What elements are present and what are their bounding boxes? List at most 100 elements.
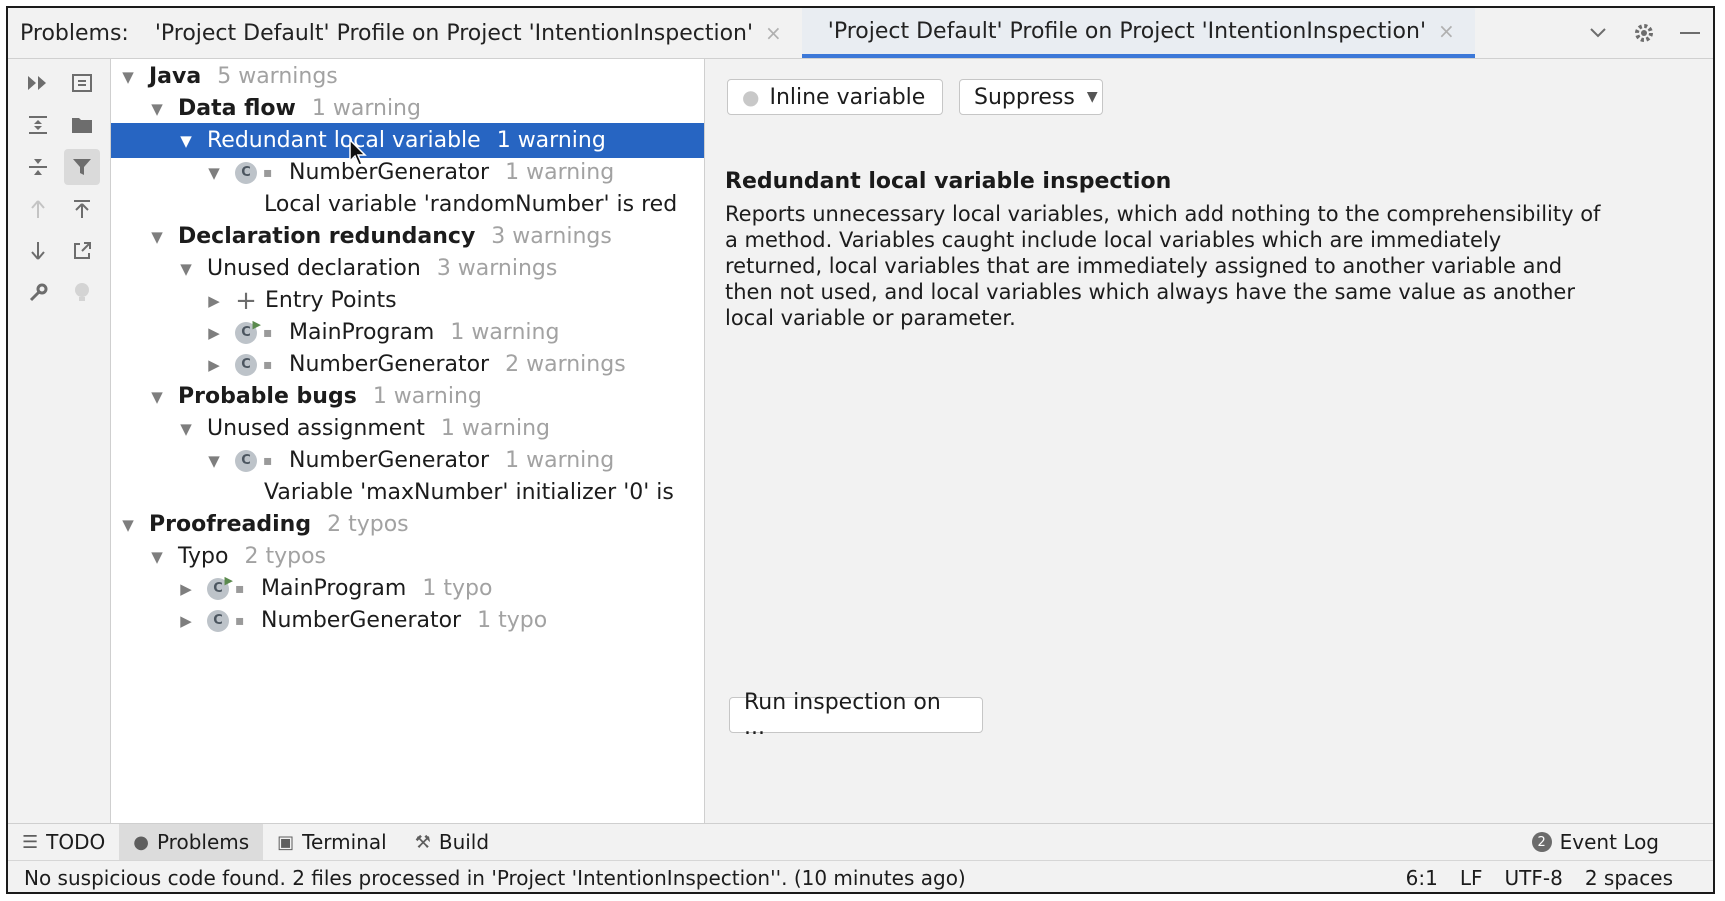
tree-node-probable-bugs[interactable]: ▼ Probable bugs 1 warning <box>111 379 704 414</box>
expanded-arrow-icon[interactable]: ▼ <box>146 228 168 246</box>
folder-icon[interactable] <box>64 107 100 143</box>
chevron-down-icon: ▼ <box>1086 89 1098 105</box>
close-icon[interactable]: × <box>1438 19 1455 43</box>
event-count-badge: 2 <box>1531 832 1552 852</box>
terminal-tool-button[interactable]: ▣ Terminal <box>263 824 401 860</box>
collapsed-arrow-icon[interactable]: ▶ <box>175 612 197 630</box>
node-count: 1 warning <box>450 320 560 345</box>
collapsed-arrow-icon[interactable]: ▶ <box>175 580 197 598</box>
problem-description: Variable 'maxNumber' initializer '0' is <box>264 480 674 505</box>
chevron-down-icon[interactable] <box>1575 8 1621 58</box>
expanded-arrow-icon[interactable]: ▼ <box>175 132 197 150</box>
suppress-dropdown[interactable]: Suppress ▼ <box>959 79 1103 115</box>
class-icon: C <box>235 449 257 472</box>
tab-profile-1[interactable]: 'Project Default' Profile on Project 'In… <box>129 8 802 58</box>
expanded-arrow-icon[interactable]: ▼ <box>203 452 225 470</box>
collapsed-arrow-icon[interactable]: ▶ <box>203 292 225 310</box>
inspection-detail-pane: ● Inline variable Suppress ▼ Redundant l… <box>705 59 1713 823</box>
tab-profile-2[interactable]: 'Project Default' Profile on Project 'In… <box>801 8 1475 58</box>
expand-all-icon[interactable] <box>20 65 56 101</box>
expanded-arrow-icon[interactable]: ▼ <box>146 388 168 406</box>
tree-node-unused-assignment[interactable]: ▼ Unused assignment 1 warning <box>111 411 704 446</box>
lock-icon: ▪ <box>263 452 273 469</box>
collapsed-arrow-icon[interactable]: ▶ <box>203 324 225 342</box>
arrow-down-icon[interactable] <box>20 233 56 269</box>
tree-node-numbergenerator[interactable]: ▼ C ▪ NumberGenerator 1 warning <box>111 155 704 190</box>
problems-tool-window: Problems: 'Project Default' Profile on P… <box>6 6 1715 894</box>
minimize-icon[interactable] <box>1667 8 1713 58</box>
tree-node-typo[interactable]: ▼ Typo 2 typos <box>111 539 704 574</box>
node-label: Java <box>149 64 202 89</box>
node-count: 1 warning <box>372 384 482 409</box>
indent-setting[interactable]: 2 spaces <box>1585 866 1673 890</box>
list-icon: ☰ <box>22 831 39 853</box>
tree-problem-item[interactable]: Local variable 'randomNumber' is red <box>111 187 704 222</box>
file-encoding[interactable]: UTF-8 <box>1505 866 1563 890</box>
tree-problem-item[interactable]: Variable 'maxNumber' initializer '0' is <box>111 475 704 510</box>
node-label: Typo <box>178 544 229 569</box>
close-icon[interactable]: × <box>765 21 782 45</box>
button-label: TODO <box>46 830 106 854</box>
tree-node-declaration-redundancy[interactable]: ▼ Declaration redundancy 3 warnings <box>111 219 704 254</box>
expanded-arrow-icon[interactable]: ▼ <box>175 420 197 438</box>
lock-icon: ▪ <box>263 356 273 373</box>
expanded-arrow-icon[interactable]: ▼ <box>175 260 197 278</box>
collapsed-arrow-icon[interactable]: ▶ <box>203 356 225 374</box>
button-label: Run inspection on ... <box>744 690 941 740</box>
left-toolbar <box>8 59 111 823</box>
build-tool-button[interactable]: ⚒ Build <box>401 824 503 860</box>
node-count: 5 warnings <box>217 64 338 89</box>
expanded-arrow-icon[interactable]: ▼ <box>203 164 225 182</box>
arrow-up-icon[interactable] <box>20 191 56 227</box>
expanded-arrow-icon[interactable]: ▼ <box>146 100 168 118</box>
tree-node-numbergenerator[interactable]: ▼ C ▪ NumberGenerator 1 warning <box>111 443 704 478</box>
inline-variable-button[interactable]: ● Inline variable <box>727 79 943 115</box>
todo-tool-button[interactable]: ☰ TODO <box>8 824 119 860</box>
tree-node-mainprogram[interactable]: ▶ C ▶ ▪ MainProgram 1 typo <box>111 571 704 606</box>
problem-description: Local variable 'randomNumber' is red <box>264 192 678 217</box>
event-log-button[interactable]: 2 Event Log <box>1518 824 1673 860</box>
expanded-arrow-icon[interactable]: ▼ <box>146 548 168 566</box>
lightbulb-icon[interactable] <box>64 275 100 311</box>
tree-node-numbergenerator[interactable]: ▶ C ▪ NumberGenerator 2 warnings <box>111 347 704 382</box>
expand-icon[interactable] <box>20 107 56 143</box>
tree-node-mainprogram[interactable]: ▶ C ▶ ▪ MainProgram 1 warning <box>111 315 704 350</box>
tree-node-redundant-local-variable[interactable]: ▼ Redundant local variable 1 warning <box>111 123 704 158</box>
export-icon[interactable] <box>64 191 100 227</box>
node-label: NumberGenerator <box>289 448 490 473</box>
tree-node-proofreading[interactable]: ▼ Proofreading 2 typos <box>111 507 704 542</box>
tree-node-numbergenerator[interactable]: ▶ C ▪ NumberGenerator 1 typo <box>111 603 704 638</box>
tree-node-unused-declaration[interactable]: ▼ Unused declaration 3 warnings <box>111 251 704 286</box>
tab-label: 'Project Default' Profile on Project 'In… <box>827 18 1426 44</box>
node-label: Proofreading <box>149 512 312 537</box>
tab-bar: Problems: 'Project Default' Profile on P… <box>8 8 1713 59</box>
gear-icon[interactable] <box>1621 8 1667 58</box>
node-label: MainProgram <box>261 576 407 601</box>
problems-label: Problems: <box>20 20 129 46</box>
node-count: 1 typo <box>422 576 493 601</box>
status-widgets: 6:1 LF UTF-8 2 spaces <box>1406 866 1673 890</box>
tab-label: 'Project Default' Profile on Project 'In… <box>154 20 754 46</box>
tree-node-data-flow[interactable]: ▼ Data flow 1 warning <box>111 91 704 126</box>
lock-icon: ▪ <box>263 164 273 181</box>
group-by-icon[interactable] <box>64 65 100 101</box>
line-separator[interactable]: LF <box>1460 866 1483 890</box>
class-icon: C <box>207 609 229 632</box>
open-external-icon[interactable] <box>64 233 100 269</box>
lightbulb-icon: ● <box>742 85 760 109</box>
problems-tree[interactable]: ▼ Java 5 warnings ▼ Data flow 1 warning … <box>111 59 705 823</box>
tree-node-entry-points[interactable]: ▶ + Entry Points <box>111 283 704 318</box>
tree-node-java[interactable]: ▼ Java 5 warnings <box>111 59 704 94</box>
button-label: Event Log <box>1559 830 1659 854</box>
lock-icon: ▪ <box>235 612 245 629</box>
expanded-arrow-icon[interactable]: ▼ <box>117 68 139 86</box>
filter-icon[interactable] <box>64 149 100 185</box>
collapse-icon[interactable] <box>20 149 56 185</box>
caret-position[interactable]: 6:1 <box>1406 866 1438 890</box>
expanded-arrow-icon[interactable]: ▼ <box>117 516 139 534</box>
node-label: Data flow <box>178 96 296 121</box>
wrench-icon[interactable] <box>20 275 56 311</box>
problems-tool-button[interactable]: ● Problems <box>119 824 264 860</box>
run-inspection-button[interactable]: Run inspection on ... <box>729 690 983 740</box>
class-icon: C <box>235 353 257 376</box>
